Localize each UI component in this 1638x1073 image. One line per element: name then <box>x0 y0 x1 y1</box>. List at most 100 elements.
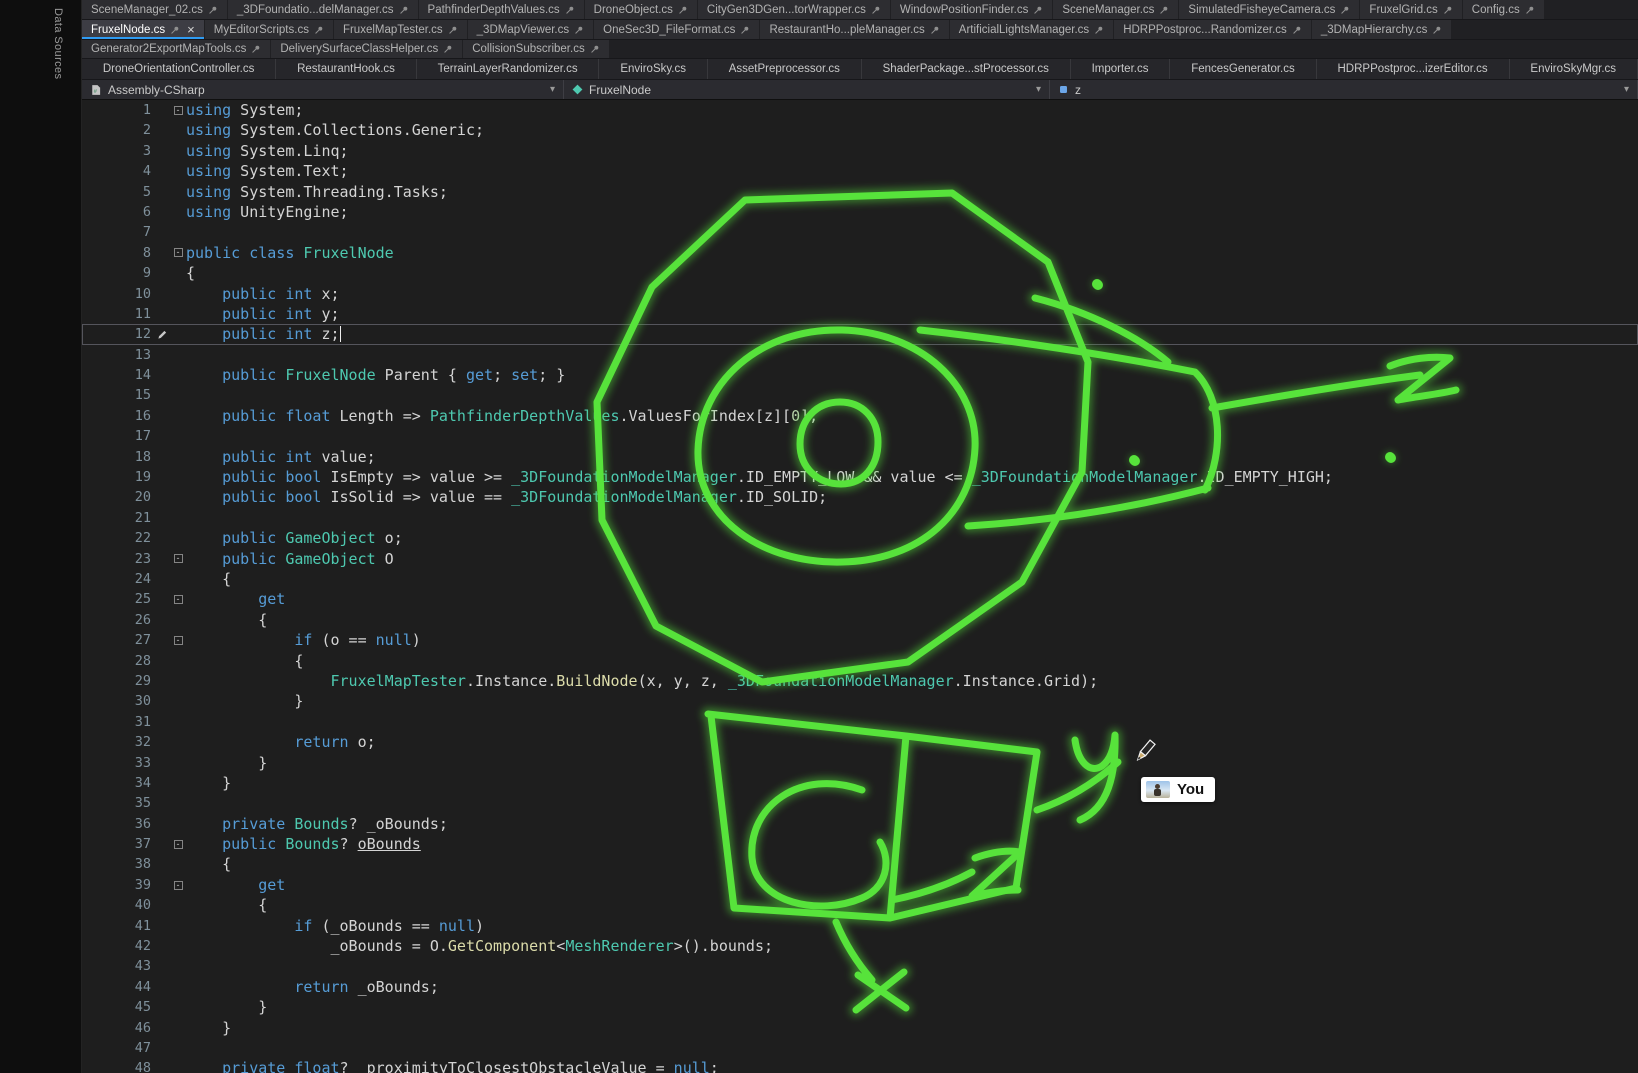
tab-3dfoundatio-delmanager-cs[interactable]: _3DFoundatio...delManager.cs <box>228 0 418 19</box>
code-line-19[interactable]: 19 public bool IsEmpty => value >= _3DFo… <box>82 467 1638 487</box>
project-dropdown[interactable]: # Assembly-CSharp ▾ <box>82 80 564 99</box>
code-line-22[interactable]: 22 public GameObject o; <box>82 528 1638 548</box>
code-line-14[interactable]: 14 public FruxelNode Parent { get; set; … <box>82 365 1638 385</box>
code-line-27[interactable]: 27- if (o == null) <box>82 630 1638 650</box>
pin-icon[interactable] <box>448 25 458 35</box>
data-sources-side-tab[interactable]: Data Sources <box>52 8 64 79</box>
pin-icon[interactable] <box>574 25 584 35</box>
code-line-32[interactable]: 32 return o; <box>82 732 1638 752</box>
code-line-25[interactable]: 25- get <box>82 589 1638 609</box>
code-line-2[interactable]: 2using System.Collections.Generic; <box>82 120 1638 140</box>
tab-simulatedfisheyecamera-cs[interactable]: SimulatedFisheyeCamera.cs <box>1179 0 1359 19</box>
pin-icon[interactable] <box>1525 5 1535 15</box>
tab-hdrppostproc-izereditor-cs[interactable]: HDRPPostproc...izerEditor.cs <box>1317 59 1510 79</box>
code-line-37[interactable]: 37- public Bounds? oBounds <box>82 834 1638 854</box>
code-line-3[interactable]: 3using System.Linq; <box>82 141 1638 161</box>
fold-collapse-icon[interactable]: - <box>174 248 183 257</box>
code-line-7[interactable]: 7 <box>82 222 1638 242</box>
tab-enviroskymgr-cs[interactable]: EnviroSkyMgr.cs <box>1510 59 1638 79</box>
code-line-48[interactable]: 48 private float? _proximityToClosestObs… <box>82 1058 1638 1073</box>
tab-generator2exportmaptools-cs[interactable]: Generator2ExportMapTools.cs <box>82 40 270 58</box>
code-line-42[interactable]: 42 _oBounds = O.GetComponent<MeshRendere… <box>82 936 1638 956</box>
tab-hdrppostproc-randomizer-cs[interactable]: HDRPPostproc...Randomizer.cs <box>1114 20 1311 39</box>
tab-deliverysurfaceclasshelper-cs[interactable]: DeliverySurfaceClassHelper.cs <box>271 40 462 58</box>
code-line-28[interactable]: 28 { <box>82 651 1638 671</box>
tab-scenemanager-cs[interactable]: SceneManager.cs <box>1053 0 1178 19</box>
code-line-43[interactable]: 43 <box>82 956 1638 976</box>
pin-icon[interactable] <box>1033 5 1043 15</box>
pin-icon[interactable] <box>740 25 750 35</box>
code-line-34[interactable]: 34 } <box>82 773 1638 793</box>
fold-collapse-icon[interactable]: - <box>174 595 183 604</box>
tab-fruxelnode-cs[interactable]: FruxelNode.cs× <box>82 20 204 39</box>
pin-icon[interactable] <box>1159 5 1169 15</box>
code-line-38[interactable]: 38 { <box>82 854 1638 874</box>
pin-icon[interactable] <box>565 5 575 15</box>
fold-collapse-icon[interactable]: - <box>174 840 183 849</box>
fold-collapse-icon[interactable]: - <box>174 636 183 645</box>
code-line-24[interactable]: 24 { <box>82 569 1638 589</box>
code-line-36[interactable]: 36 private Bounds? _oBounds; <box>82 814 1638 834</box>
pin-icon[interactable] <box>208 5 218 15</box>
tab-droneobject-cs[interactable]: DroneObject.cs <box>585 0 697 19</box>
tab-pathfinderdepthvalues-cs[interactable]: PathfinderDepthValues.cs <box>419 0 584 19</box>
tab-fencesgenerator-cs[interactable]: FencesGenerator.cs <box>1170 59 1316 79</box>
code-line-39[interactable]: 39- get <box>82 875 1638 895</box>
code-line-11[interactable]: 11 public int y; <box>82 304 1638 324</box>
tab-restaurantho-plemanager-cs[interactable]: RestaurantHo...pleManager.cs <box>760 20 948 39</box>
tab-collisionsubscriber-cs[interactable]: CollisionSubscriber.cs <box>463 40 609 58</box>
pin-icon[interactable] <box>251 44 261 54</box>
code-line-33[interactable]: 33 } <box>82 753 1638 773</box>
tab-citygen3dgen-torwrapper-cs[interactable]: CityGen3DGen...torWrapper.cs <box>698 0 890 19</box>
tab-fruxelmaptester-cs[interactable]: FruxelMapTester.cs <box>334 20 467 39</box>
code-line-41[interactable]: 41 if (_oBounds == null) <box>82 916 1638 936</box>
tab-restauranthook-cs[interactable]: RestaurantHook.cs <box>276 59 417 79</box>
code-line-29[interactable]: 29 FruxelMapTester.Instance.BuildNode(x,… <box>82 671 1638 691</box>
code-editor[interactable]: 1-using System;2using System.Collections… <box>82 100 1638 1073</box>
pin-icon[interactable] <box>678 5 688 15</box>
pin-icon[interactable] <box>399 5 409 15</box>
code-line-9[interactable]: 9{ <box>82 263 1638 283</box>
code-line-1[interactable]: 1-using System; <box>82 100 1638 120</box>
code-line-31[interactable]: 31 <box>82 712 1638 732</box>
code-line-5[interactable]: 5using System.Threading.Tasks; <box>82 182 1638 202</box>
code-line-15[interactable]: 15 <box>82 385 1638 405</box>
code-line-4[interactable]: 4using System.Text; <box>82 161 1638 181</box>
member-dropdown[interactable]: z ▾ <box>1050 80 1638 99</box>
code-line-10[interactable]: 10 public int x; <box>82 284 1638 304</box>
code-line-16[interactable]: 16 public float Length => PathfinderDept… <box>82 406 1638 426</box>
fold-collapse-icon[interactable]: - <box>174 106 183 115</box>
pin-icon[interactable] <box>1432 25 1442 35</box>
code-line-30[interactable]: 30 } <box>82 691 1638 711</box>
pin-icon[interactable] <box>1094 25 1104 35</box>
close-icon[interactable]: × <box>187 23 195 36</box>
pin-icon[interactable] <box>170 25 180 35</box>
code-line-35[interactable]: 35 <box>82 793 1638 813</box>
tab-fruxelgrid-cs[interactable]: FruxelGrid.cs <box>1360 0 1461 19</box>
code-line-17[interactable]: 17 <box>82 426 1638 446</box>
code-line-23[interactable]: 23- public GameObject O <box>82 549 1638 569</box>
code-line-26[interactable]: 26 { <box>82 610 1638 630</box>
tab-assetpreprocessor-cs[interactable]: AssetPreprocessor.cs <box>708 59 862 79</box>
code-line-47[interactable]: 47 <box>82 1038 1638 1058</box>
pin-icon[interactable] <box>871 5 881 15</box>
tab-3dmapviewer-cs[interactable]: _3DMapViewer.cs <box>468 20 593 39</box>
fold-collapse-icon[interactable]: - <box>174 554 183 563</box>
pin-icon[interactable] <box>1443 5 1453 15</box>
tab-shaderpackage-stprocessor-cs[interactable]: ShaderPackage...stProcessor.cs <box>862 59 1071 79</box>
code-line-45[interactable]: 45 } <box>82 997 1638 1017</box>
code-line-21[interactable]: 21 <box>82 508 1638 528</box>
pin-icon[interactable] <box>443 44 453 54</box>
pin-icon[interactable] <box>1340 5 1350 15</box>
code-line-18[interactable]: 18 public int value; <box>82 447 1638 467</box>
code-line-46[interactable]: 46 } <box>82 1018 1638 1038</box>
code-line-20[interactable]: 20 public bool IsSolid => value == _3DFo… <box>82 487 1638 507</box>
fold-collapse-icon[interactable]: - <box>174 881 183 890</box>
code-line-40[interactable]: 40 { <box>82 895 1638 915</box>
tab-importer-cs[interactable]: Importer.cs <box>1071 59 1171 79</box>
tab-droneorientationcontroller-cs[interactable]: DroneOrientationController.cs <box>82 59 276 79</box>
code-line-44[interactable]: 44 return _oBounds; <box>82 977 1638 997</box>
type-dropdown[interactable]: FruxelNode ▾ <box>564 80 1050 99</box>
tab-terrainlayerrandomizer-cs[interactable]: TerrainLayerRandomizer.cs <box>417 59 600 79</box>
pin-icon[interactable] <box>930 25 940 35</box>
